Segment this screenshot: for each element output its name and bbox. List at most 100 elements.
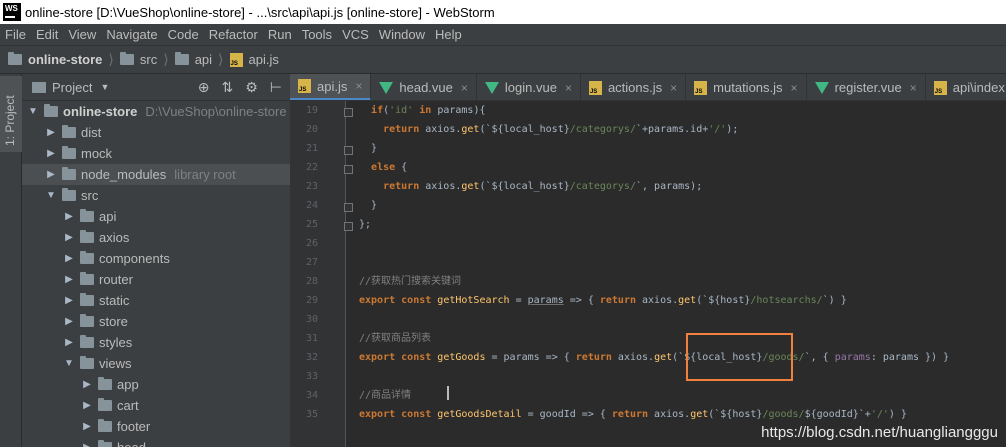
tree-item-label: router [99, 272, 133, 287]
tree-item-components[interactable]: ▶ components [22, 248, 290, 269]
chevron-right-icon[interactable]: ▶ [62, 295, 76, 306]
chevron-right-icon[interactable]: ▶ [44, 148, 58, 159]
tree-item-online-store[interactable]: ▼ online-store D:\VueShop\online-store [22, 101, 290, 122]
editor-tabs: api.js×head.vue×login.vue×actions.js×mut… [290, 74, 1006, 101]
chevron-right-icon[interactable]: ▶ [62, 316, 76, 327]
menu-tools[interactable]: Tools [297, 27, 337, 42]
breadcrumb-file[interactable]: api.js [229, 52, 279, 67]
chevron-right-icon[interactable]: ▶ [80, 421, 94, 432]
menu-vcs[interactable]: VCS [337, 27, 374, 42]
code-token: } [359, 200, 378, 211]
code-token: export [359, 409, 396, 420]
folder-icon [80, 209, 94, 222]
line-number: 29 [305, 295, 318, 306]
chevron-right-icon[interactable]: ▶ [62, 274, 76, 285]
folder-icon [174, 52, 189, 65]
menu-code[interactable]: Code [163, 27, 204, 42]
code-token: { [395, 162, 408, 173]
tree-item-views[interactable]: ▼ views [22, 353, 290, 374]
folder-icon [80, 272, 94, 285]
fold-marker-icon[interactable] [344, 146, 353, 155]
tree-item-static[interactable]: ▶ static [22, 290, 290, 311]
close-icon[interactable]: × [461, 81, 468, 95]
tree-item-api[interactable]: ▶ api [22, 206, 290, 227]
code-token: params [527, 295, 564, 306]
close-icon[interactable]: × [910, 81, 917, 95]
code-token: axios. [635, 295, 679, 306]
chevron-right-icon[interactable]: ▶ [62, 337, 76, 348]
fold-marker-icon[interactable] [344, 222, 353, 231]
menu-refactor[interactable]: Refactor [204, 27, 263, 42]
chevron-right-icon[interactable]: ▶ [80, 379, 94, 390]
project-tool-tab[interactable]: 1: Project [0, 76, 22, 152]
chevron-right-icon[interactable]: ▶ [44, 127, 58, 138]
locate-icon[interactable]: ⊕ [198, 79, 210, 96]
tree-item-head[interactable]: ▶ head [22, 437, 290, 447]
tab-api-index-js[interactable]: api\index.js× [926, 74, 1006, 100]
menu-run[interactable]: Run [263, 27, 297, 42]
chevron-down-icon[interactable]: ▼ [26, 106, 40, 117]
fold-marker-icon[interactable] [344, 165, 353, 174]
folder-icon [80, 230, 94, 243]
breadcrumb-src[interactable]: src [119, 52, 157, 67]
tree-item-footer[interactable]: ▶ footer [22, 416, 290, 437]
fold-marker-icon[interactable] [344, 203, 353, 212]
close-icon[interactable]: × [565, 81, 572, 95]
tree-item-node-modules[interactable]: ▶ node_modules library root [22, 164, 290, 185]
tree-item-app[interactable]: ▶ app [22, 374, 290, 395]
tree-item-cart[interactable]: ▶ cart [22, 395, 290, 416]
chevron-right-icon[interactable]: ▶ [62, 253, 76, 264]
tab-register-vue[interactable]: register.vue × [807, 74, 926, 100]
menu-file[interactable]: File [0, 27, 31, 42]
code-token: ); [726, 124, 739, 135]
tab-login-vue[interactable]: login.vue × [477, 74, 581, 100]
menu-edit[interactable]: Edit [31, 27, 63, 42]
chevron-down-icon[interactable]: ▼ [44, 190, 58, 201]
collapse-all-icon[interactable]: ⇅ [222, 79, 234, 96]
tab-mutations-js[interactable]: mutations.js × [686, 74, 807, 100]
tree-item-router[interactable]: ▶ router [22, 269, 290, 290]
code-token: export [359, 295, 396, 306]
tree-item-dist[interactable]: ▶ dist [22, 122, 290, 143]
tab-head-vue[interactable]: head.vue × [371, 74, 477, 100]
close-icon[interactable]: × [791, 81, 798, 95]
menu-window[interactable]: Window [374, 27, 430, 42]
chevron-right-icon[interactable]: ▶ [62, 232, 76, 243]
menu-bar: File Edit View Navigate Code Refactor Run Tools… [0, 24, 1006, 45]
tab-api-js[interactable]: api.js × [290, 74, 372, 100]
code-token: return [575, 352, 612, 363]
breadcrumb-project[interactable]: online-store [8, 52, 102, 67]
close-icon[interactable]: × [355, 79, 362, 93]
chevron-right-icon[interactable]: ▶ [80, 442, 94, 447]
code-token: (`${local_host} [479, 181, 570, 192]
folder-icon [62, 188, 76, 201]
code-line: if('id' in params){ [359, 101, 485, 120]
menu-navigate[interactable]: Navigate [101, 27, 162, 42]
chevron-right-icon[interactable]: ▶ [62, 211, 76, 222]
chevron-right-icon[interactable]: ▶ [80, 400, 94, 411]
project-panel-title[interactable]: Project [52, 80, 92, 95]
menu-view[interactable]: View [63, 27, 101, 42]
tree-item-label: store [99, 314, 128, 329]
code-token: getGoods [437, 352, 486, 363]
breadcrumb-api[interactable]: api [174, 52, 212, 67]
hide-icon[interactable]: ⊢ [270, 79, 282, 96]
tree-item-store[interactable]: ▶ store [22, 311, 290, 332]
folder-icon [62, 146, 76, 159]
menu-help[interactable]: Help [430, 27, 467, 42]
project-tree: ▼ online-store D:\VueShop\online-store ▶ dis… [22, 101, 290, 447]
chevron-down-icon[interactable]: ▼ [62, 358, 76, 369]
tree-item-src[interactable]: ▼ src [22, 185, 290, 206]
chevron-right-icon[interactable]: ▶ [44, 169, 58, 180]
tree-item-mock[interactable]: ▶ mock [22, 143, 290, 164]
gear-icon[interactable]: ⚙ [245, 79, 258, 96]
chevron-down-icon[interactable]: ▼ [100, 82, 109, 92]
close-icon[interactable]: × [670, 81, 677, 95]
tree-item-styles[interactable]: ▶ styles [22, 332, 290, 353]
tab-actions-js[interactable]: actions.js × [581, 74, 687, 100]
code-editor[interactable]: if('id' in params){ return axios.get(`${… [359, 101, 1006, 447]
fold-marker-icon[interactable] [344, 108, 353, 117]
code-line: export const getGoodsDetail = goodId => … [359, 405, 907, 424]
code-line: }; [359, 215, 371, 234]
tree-item-axios[interactable]: ▶ axios [22, 227, 290, 248]
